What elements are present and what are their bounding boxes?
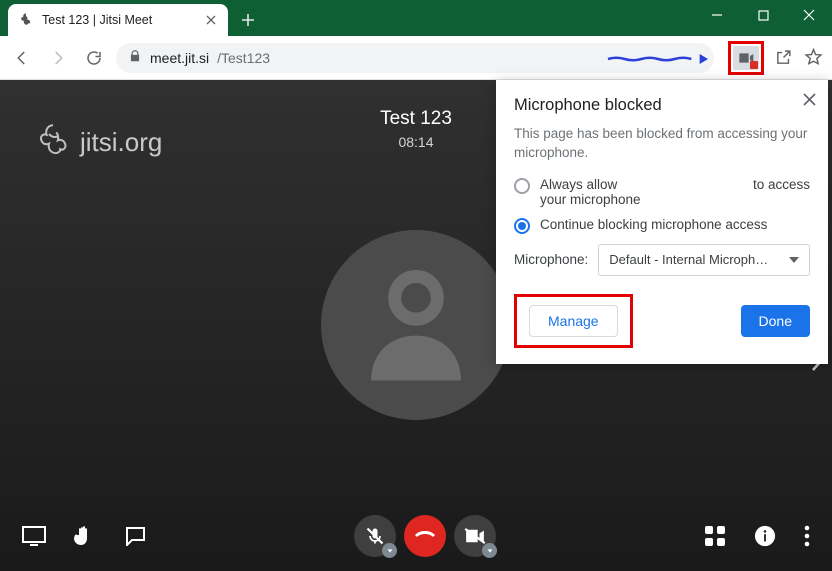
popup-description: This page has been blocked from accessin… [514,125,810,163]
back-button[interactable] [8,44,36,72]
more-actions-button[interactable] [804,525,810,547]
browser-toolbar: meet.jit.si/Test123 [0,36,832,80]
info-button[interactable] [754,525,776,547]
window-controls [694,0,832,36]
tab-title: Test 123 | Jitsi Meet [42,13,196,27]
popup-close-icon[interactable] [803,90,816,111]
microphone-selected-value: Default - Internal Microph… [609,252,768,267]
microphone-dropdown[interactable]: Default - Internal Microph… [598,244,810,276]
open-external-icon[interactable] [772,47,794,69]
manage-button[interactable]: Manage [529,305,618,337]
raise-hand-button[interactable] [74,524,96,548]
window-close-button[interactable] [786,0,832,30]
window-maximize-button[interactable] [740,0,786,30]
camera-mute-button[interactable] [454,515,496,557]
done-button[interactable]: Done [741,305,810,337]
cam-caret-icon[interactable] [482,543,497,558]
microphone-label: Microphone: [514,252,588,267]
chat-button[interactable] [124,526,146,546]
radio-option-allow[interactable]: Always allow your microphone to access [514,177,810,207]
microphone-mute-button[interactable] [354,515,396,557]
tile-view-button[interactable] [704,525,726,547]
window-minimize-button[interactable] [694,0,740,30]
radio-block-label: Continue blocking microphone access [540,217,810,232]
meeting-toolbar [0,501,832,571]
reload-button[interactable] [80,44,108,72]
mic-caret-icon[interactable] [382,543,397,558]
blocked-badge-icon [750,61,758,69]
annotation-highlight-manage: Manage [514,294,633,348]
hangup-button[interactable] [404,515,446,557]
radio-option-block[interactable]: Continue blocking microphone access [514,217,810,234]
url-host: meet.jit.si [150,50,209,66]
radio-icon-selected [514,218,530,234]
bookmark-star-icon[interactable] [802,47,824,69]
participant-avatar [321,230,511,420]
tab-favicon [18,12,34,28]
forward-button[interactable] [44,44,72,72]
camera-blocked-indicator[interactable] [733,46,759,70]
lock-icon [128,49,142,66]
url-path: /Test123 [217,50,270,66]
new-tab-button[interactable] [234,6,262,34]
radio-allow-suffix: to access [753,177,810,192]
radio-icon [514,178,530,194]
dropdown-caret-icon [789,257,799,263]
radio-allow-line1: Always allow [540,177,617,192]
microphone-permission-popup: Microphone blocked This page has been bl… [496,80,828,364]
popup-title: Microphone blocked [514,96,810,115]
address-bar[interactable]: meet.jit.si/Test123 [116,43,714,73]
browser-tab[interactable]: Test 123 | Jitsi Meet [8,4,228,36]
annotation-highlight-camera [728,41,764,75]
tab-close-icon[interactable] [204,13,218,27]
window-titlebar: Test 123 | Jitsi Meet [0,0,832,36]
radio-allow-line2: your microphone [540,192,641,207]
screen-share-button[interactable] [22,526,46,546]
